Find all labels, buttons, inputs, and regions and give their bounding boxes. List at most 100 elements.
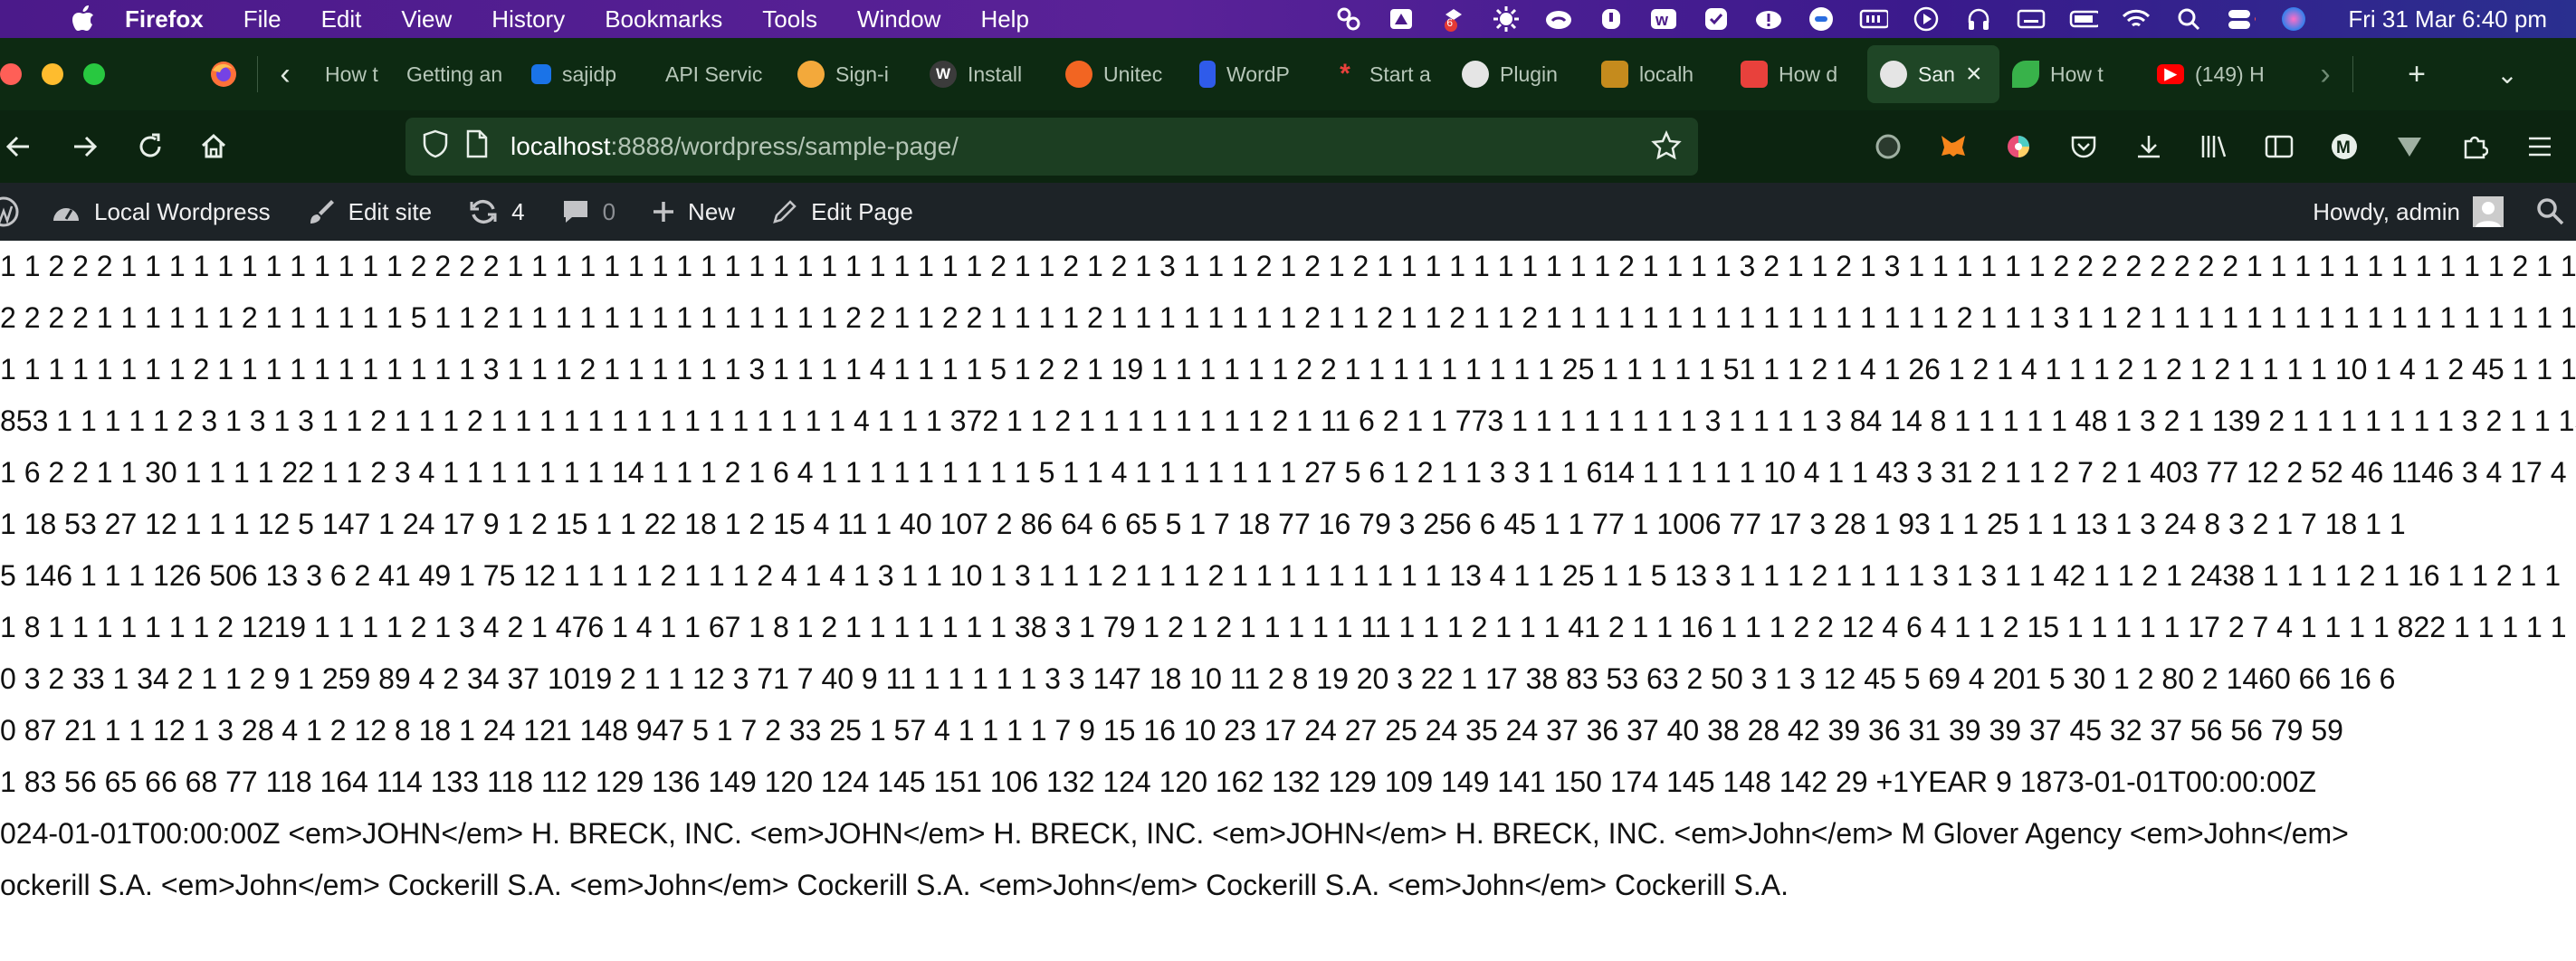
bookmark-star-icon[interactable] [1651, 129, 1682, 169]
edge-extension-icon[interactable] [1859, 118, 1917, 176]
menu-history[interactable]: History [491, 5, 565, 33]
notification-badge-icon[interactable]: 6 [1439, 5, 1468, 33]
list-all-tabs-button[interactable]: ⌄ [2480, 60, 2534, 90]
page-info-icon[interactable] [465, 129, 492, 165]
url-path: :8888/wordpress/sample-page/ [610, 132, 959, 160]
tab-how-d[interactable]: How d [1728, 45, 1867, 103]
tab-getting-an[interactable]: Getting an [394, 45, 519, 103]
pocket-icon[interactable] [2055, 118, 2113, 176]
wifi-icon[interactable] [2122, 5, 2151, 33]
cloud-sync-icon[interactable] [1544, 5, 1573, 33]
keyboard-icon[interactable] [2017, 5, 2046, 33]
badge-count: 6 [1446, 16, 1454, 29]
comment-bubble-icon [561, 198, 590, 225]
wp-admin-bar: Local Wordpress Edit site 4 0 New Edit P… [0, 183, 2576, 241]
pinned-tab-firefox[interactable] [188, 45, 257, 103]
play-icon[interactable] [1912, 5, 1941, 33]
adminbar-comments[interactable]: 0 [561, 198, 615, 226]
v-extension-icon[interactable] [2380, 118, 2438, 176]
avatar [2473, 196, 2504, 227]
menu-app-firefox[interactable]: Firefox [125, 5, 204, 33]
adminbar-edit-site[interactable]: Edit site [307, 197, 433, 226]
apple-menu-icon[interactable] [65, 1, 101, 37]
tab-scroll-left-button[interactable]: ‹ [258, 57, 312, 92]
sidebar-icon[interactable] [2250, 118, 2308, 176]
tab-title: Unitec [1103, 62, 1163, 86]
w-app-icon[interactable]: w [1649, 5, 1678, 33]
tab-title: API Servic [665, 62, 763, 86]
reload-button[interactable] [121, 118, 179, 176]
content-line: ockerill S.A. <em>John</em> Cockerill S.… [0, 869, 1789, 901]
vpn-icon[interactable] [1807, 5, 1836, 33]
color-wheel-icon[interactable] [1989, 118, 2047, 176]
adminbar-updates[interactable]: 4 [468, 197, 525, 226]
tab-sign-in[interactable]: Sign-i [785, 45, 917, 103]
menu-view[interactable]: View [401, 5, 452, 33]
alert-cloud-icon[interactable] [1754, 5, 1783, 33]
browser-tab-strip: ‹ How t Getting an sajidp API Servic Sig… [0, 38, 2576, 110]
address-bar[interactable]: localhost:8888/wordpress/sample-page/ [405, 118, 1698, 176]
memory-icon[interactable] [1859, 5, 1889, 33]
sliders-icon[interactable] [1334, 5, 1363, 33]
downloads-icon[interactable] [2120, 118, 2178, 176]
menu-file[interactable]: File [243, 5, 281, 33]
adminbar-search-icon[interactable] [2534, 195, 2565, 233]
battery-icon[interactable] [2069, 5, 2099, 33]
url-text[interactable]: localhost:8888/wordpress/sample-page/ [510, 132, 959, 161]
control-center-icon[interactable] [2227, 5, 2256, 33]
library-icon[interactable] [2185, 118, 2243, 176]
metamask-fox-icon[interactable] [1924, 118, 1982, 176]
tab-scroll-right-button[interactable]: › [2298, 57, 2352, 92]
menu-help[interactable]: Help [980, 5, 1028, 33]
tracking-protection-shield-icon[interactable] [422, 129, 454, 165]
arrow-left-icon [5, 136, 29, 157]
menu-edit[interactable]: Edit [321, 5, 362, 33]
hand-icon[interactable] [1597, 5, 1626, 33]
hamburger-menu-icon[interactable] [2511, 118, 2569, 176]
content-line: 1 6 2 2 1 1 30 1 1 1 1 22 1 1 2 3 4 1 1 … [0, 456, 2576, 489]
search-icon[interactable] [2174, 5, 2203, 33]
tab-youtube[interactable]: ▶ (149) H [2144, 45, 2298, 103]
tab-wordp[interactable]: WordP [1187, 45, 1319, 103]
tab-plugin[interactable]: Plugin [1449, 45, 1589, 103]
tab-start-a[interactable]: * Start a [1319, 45, 1449, 103]
close-window-button[interactable] [0, 63, 22, 85]
forward-button[interactable] [56, 118, 114, 176]
extensions-puzzle-icon[interactable] [2446, 118, 2504, 176]
close-tab-icon[interactable]: × [1966, 59, 1982, 90]
wp-logo-icon[interactable] [0, 195, 20, 228]
edit-site-label: Edit site [348, 197, 433, 225]
updates-refresh-icon [468, 197, 499, 226]
tab-united[interactable]: Unitec [1053, 45, 1187, 103]
menu-bar-clock[interactable]: Fri 31 Mar 6:40 pm [2348, 5, 2547, 33]
tab-localhost[interactable]: localh [1589, 45, 1728, 103]
asterisk-icon: * [1340, 59, 1350, 89]
tab-install[interactable]: W Install [917, 45, 1053, 103]
content-line: 0 3 2 33 1 34 2 1 1 2 9 1 259 89 4 2 34 … [0, 662, 2396, 695]
tab-sajidp[interactable]: sajidp [519, 45, 653, 103]
home-button[interactable] [185, 118, 243, 176]
site-name-label: Local Wordpress [94, 197, 271, 225]
dropbox-icon[interactable] [1387, 5, 1416, 33]
tab-title: How t [2050, 62, 2104, 86]
account-m-icon[interactable]: M [2315, 118, 2373, 176]
headphones-icon[interactable] [1964, 5, 1993, 33]
menu-window[interactable]: Window [857, 5, 940, 33]
adminbar-new[interactable]: New [652, 198, 735, 226]
tab-sample-page-active[interactable]: San × [1867, 45, 1999, 103]
new-tab-button[interactable]: + [2390, 57, 2444, 92]
zoom-window-button[interactable] [83, 63, 105, 85]
menu-bookmarks[interactable]: Bookmarks [605, 5, 722, 33]
minimize-window-button[interactable] [42, 63, 63, 85]
tab-how-t-2[interactable]: How t [1999, 45, 2144, 103]
menu-tools[interactable]: Tools [762, 5, 817, 33]
adminbar-edit-page[interactable]: Edit Page [771, 198, 913, 226]
adminbar-site-name[interactable]: Local Wordpress [51, 198, 271, 226]
sun-gear-icon[interactable] [1492, 5, 1521, 33]
tab-how-t-1[interactable]: How t [312, 45, 394, 103]
back-button[interactable] [0, 118, 47, 176]
tab-api-service[interactable]: API Servic [653, 45, 785, 103]
checkmark-app-icon[interactable] [1702, 5, 1731, 33]
adminbar-my-account[interactable]: Howdy, admin [2313, 183, 2504, 241]
siri-icon[interactable] [2279, 5, 2308, 33]
